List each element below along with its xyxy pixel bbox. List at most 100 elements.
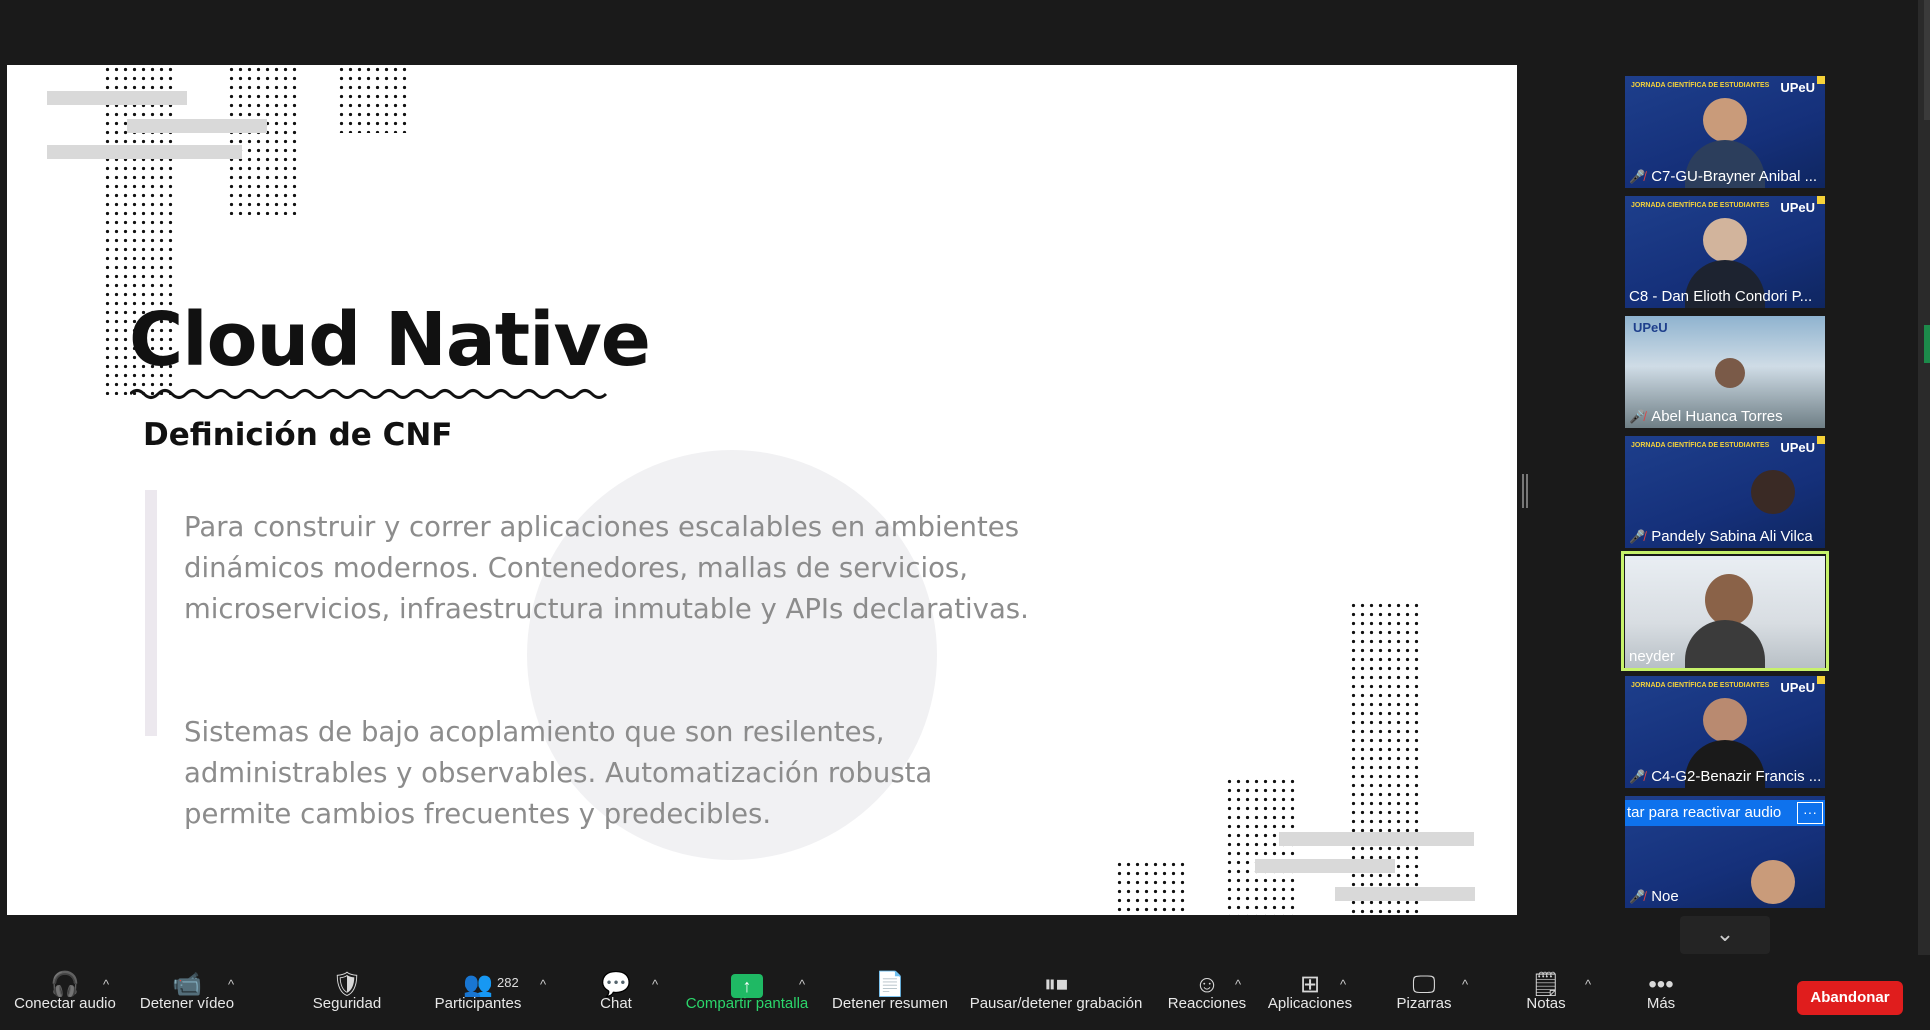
- stop-video-button[interactable]: 📹 Detener vídeo: [134, 955, 240, 1030]
- chevron-up-icon[interactable]: ^: [652, 977, 658, 992]
- pause-stop-icon: ⏸⏹: [1044, 971, 1068, 998]
- participants-button[interactable]: 👥 Participantes: [426, 955, 530, 1030]
- apps-label: Aplicaciones: [1267, 995, 1353, 1012]
- panel-resize-handle[interactable]: [1522, 474, 1528, 508]
- security-label: Seguridad: [312, 995, 382, 1012]
- summary-document-icon: 📄: [875, 971, 905, 998]
- event-banner: JORNADA CIENTÍFICA DE ESTUDIANTES: [1631, 682, 1770, 689]
- participants-count: 282: [497, 975, 519, 990]
- decor-bar: [1255, 859, 1395, 873]
- chat-bubble-icon: 💬: [601, 971, 631, 998]
- whiteboards-button[interactable]: 🖵 Pizarras: [1384, 955, 1464, 1030]
- notes-icon: 🗒: [1530, 971, 1562, 998]
- connect-audio-button[interactable]: 🎧 Conectar audio: [6, 955, 124, 1030]
- chevron-up-icon[interactable]: ^: [540, 977, 546, 992]
- share-screen-label: Compartir pantalla: [685, 995, 809, 1012]
- edge-mark: [1924, 325, 1930, 363]
- title-underline: [130, 389, 608, 399]
- university-logo: UPeU: [1780, 80, 1815, 95]
- corner-mark: [1817, 196, 1825, 204]
- participant-tile[interactable]: JORNADA CIENTÍFICA DE ESTUDIANTES UPeU 🎤…: [1625, 676, 1825, 788]
- whiteboard-icon: 🖵: [1412, 971, 1436, 998]
- notes-label: Notas: [1526, 995, 1566, 1012]
- stop-summary-label: Detener resumen: [832, 995, 948, 1012]
- slide-title: Cloud Native: [129, 297, 651, 383]
- decor-bar: [47, 91, 187, 105]
- university-logo: UPeU: [1633, 320, 1668, 335]
- participants-label: Participantes: [434, 995, 522, 1012]
- dot-pattern: [1225, 777, 1297, 915]
- quote-bar: [145, 490, 157, 736]
- chevron-down-icon: ⌄: [1715, 921, 1735, 946]
- mic-muted-icon: 🎤̸: [1629, 889, 1646, 904]
- participant-tile[interactable]: JORNADA CIENTÍFICA DE ESTUDIANTES UPeU C…: [1625, 196, 1825, 308]
- meeting-toolbar: 🎧 Conectar audio ^ 📹 Detener vídeo ^ 🛡 S…: [0, 955, 1930, 1030]
- participant-tile[interactable]: UPeU 🎤̸ Abel Huanca Torres: [1625, 316, 1825, 428]
- active-speaker-border: [1621, 551, 1829, 671]
- event-banner: JORNADA CIENTÍFICA DE ESTUDIANTES: [1631, 442, 1770, 449]
- decor-bar: [1279, 832, 1474, 846]
- chevron-up-icon[interactable]: ^: [1235, 977, 1241, 992]
- recording-label: Pausar/detener grabación: [969, 995, 1143, 1012]
- chevron-up-icon[interactable]: ^: [1585, 977, 1591, 992]
- security-button[interactable]: 🛡 Seguridad: [302, 955, 392, 1030]
- avatar: [1703, 98, 1747, 142]
- slide-paragraph-1: Para construir y correr aplicaciones esc…: [184, 511, 1029, 625]
- avatar: [1715, 358, 1745, 388]
- mic-muted-icon: 🎤̸: [1629, 409, 1646, 424]
- chevron-up-icon[interactable]: ^: [1462, 977, 1468, 992]
- scroll-down-button[interactable]: ⌄: [1680, 916, 1770, 954]
- chevron-up-icon[interactable]: ^: [799, 977, 805, 992]
- share-screen-icon: ↑: [680, 955, 814, 998]
- avatar: [1703, 698, 1747, 742]
- stop-summary-button[interactable]: 📄 Detener resumen: [826, 955, 954, 1030]
- shared-slide: Cloud Native Definición de CNF Para cons…: [7, 65, 1517, 915]
- edge-mark: [1924, 0, 1930, 120]
- right-edge-panel: [1918, 0, 1930, 1030]
- notes-button[interactable]: 🗒 Notas: [1516, 955, 1576, 1030]
- reactions-label: Reacciones: [1167, 995, 1247, 1012]
- leave-button[interactable]: Abandonar: [1797, 981, 1903, 1015]
- participant-tile[interactable]: JORNADA CIENTÍFICA DE ESTUDIANTES UPeU 🎤…: [1625, 76, 1825, 188]
- mic-muted-icon: 🎤̸: [1629, 529, 1646, 544]
- participant-name: 🎤̸ C4-G2-Benazir Francis ...: [1629, 768, 1821, 785]
- more-button[interactable]: ••• Más: [1636, 955, 1686, 1030]
- corner-mark: [1817, 76, 1825, 84]
- reactions-button[interactable]: ☺ Reacciones: [1162, 955, 1252, 1030]
- pause-stop-recording-button[interactable]: ⏸⏹ Pausar/detener grabación: [966, 955, 1146, 1030]
- decor-bar: [1335, 887, 1475, 901]
- more-options-icon[interactable]: ···: [1797, 802, 1823, 824]
- more-dots-icon: •••: [1648, 971, 1674, 998]
- unmute-prompt-button[interactable]: tar para reactivar audio: [1625, 800, 1825, 826]
- mic-muted-icon: 🎤̸: [1629, 769, 1646, 784]
- avatar: [1751, 470, 1795, 514]
- participant-name: 🎤̸ C7-GU-Brayner Anibal ...: [1629, 168, 1818, 185]
- video-camera-icon: 📹: [172, 971, 202, 998]
- event-banner: JORNADA CIENTÍFICA DE ESTUDIANTES: [1631, 202, 1770, 209]
- university-logo: UPeU: [1780, 440, 1815, 455]
- event-banner: JORNADA CIENTÍFICA DE ESTUDIANTES: [1631, 82, 1770, 89]
- stop-video-label: Detener vídeo: [139, 995, 235, 1012]
- apps-button[interactable]: ⊞ Aplicaciones: [1264, 955, 1356, 1030]
- participant-name: 🎤̸ Pandely Sabina Ali Vilca: [1629, 528, 1813, 545]
- chevron-up-icon[interactable]: ^: [1340, 977, 1346, 992]
- corner-mark: [1817, 676, 1825, 684]
- chat-button[interactable]: 💬 Chat: [586, 955, 646, 1030]
- slide-paragraph-2: Sistemas de bajo acoplamiento que son re…: [184, 716, 933, 830]
- participant-tile[interactable]: JORNADA CIENTÍFICA DE ESTUDIANTES UPeU 🎤…: [1625, 436, 1825, 548]
- share-screen-button[interactable]: ↑ Compartir pantalla: [680, 955, 814, 1030]
- connect-audio-label: Conectar audio: [14, 995, 116, 1012]
- university-logo: UPeU: [1780, 200, 1815, 215]
- decor-bar: [127, 119, 267, 133]
- slide-subtitle: Definición de CNF: [143, 417, 453, 453]
- participant-name: 🎤̸ Abel Huanca Torres: [1629, 408, 1783, 425]
- whiteboards-label: Pizarras: [1396, 995, 1452, 1012]
- chevron-up-icon[interactable]: ^: [103, 977, 109, 992]
- chat-label: Chat: [600, 995, 632, 1012]
- avatar: [1703, 218, 1747, 262]
- chevron-up-icon[interactable]: ^: [228, 977, 234, 992]
- participant-name: 🎤̸ Noe: [1629, 888, 1679, 905]
- corner-mark: [1817, 436, 1825, 444]
- dot-pattern: [337, 65, 409, 133]
- shield-icon: 🛡: [331, 971, 363, 998]
